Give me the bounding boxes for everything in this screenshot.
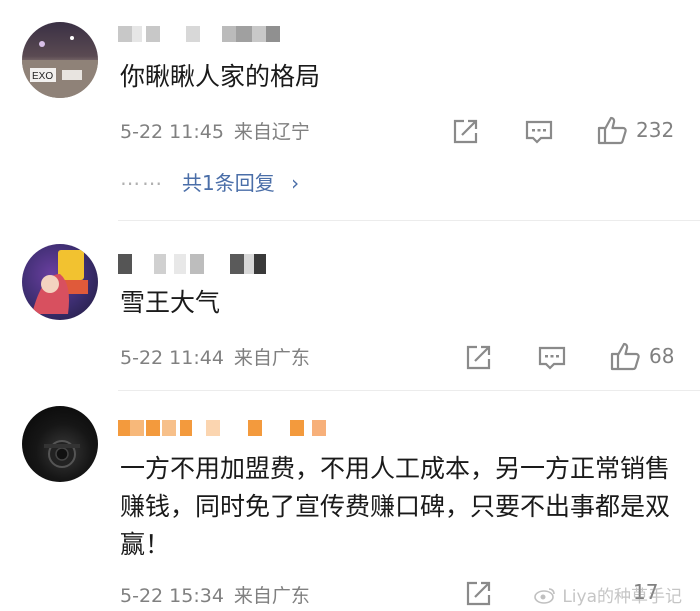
- username-redacted[interactable]: [118, 254, 266, 274]
- comment-date: 5-22 11:45: [120, 121, 224, 143]
- like-button[interactable]: 232: [596, 114, 674, 146]
- view-replies-link[interactable]: ⋯⋯ 共1条回复 ›: [120, 168, 299, 198]
- chevron-right-icon: ›: [291, 171, 300, 195]
- like-count: 232: [636, 118, 675, 142]
- share-button[interactable]: [451, 116, 479, 148]
- camera-photo-image: [44, 440, 80, 468]
- comment-icon: [538, 346, 566, 370]
- comment-location: 来自辽宁: [233, 121, 310, 143]
- share-icon: [453, 119, 478, 144]
- comment-meta: 5-22 15:34 来自广东: [120, 582, 310, 610]
- comment-date: 5-22 15:34: [120, 585, 224, 607]
- comment-meta: 5-22 11:44 来自广东: [120, 344, 310, 372]
- comment-date: 5-22 11:44: [120, 347, 224, 369]
- share-button[interactable]: [464, 578, 492, 610]
- username-redacted[interactable]: [118, 420, 326, 438]
- avatar-text: EXO: [32, 71, 53, 82]
- watermark: Liya的种草手记: [534, 582, 682, 607]
- avatar[interactable]: EXO: [22, 22, 98, 98]
- avatar[interactable]: [22, 406, 98, 482]
- like-icon: [597, 116, 627, 145]
- share-icon: [466, 345, 491, 370]
- like-button[interactable]: 68: [609, 340, 674, 372]
- comment-text: 雪王大气: [120, 288, 221, 317]
- comment-icon: [525, 120, 553, 144]
- comment-2: 雪王大气 5-22 11:44 来自广东 68: [0, 220, 700, 390]
- comment-meta: 5-22 11:45 来自辽宁: [120, 118, 310, 146]
- dots: ⋯⋯: [120, 171, 164, 195]
- like-count: 68: [649, 344, 675, 368]
- weibo-logo-icon: [534, 587, 556, 604]
- comment-location: 来自广东: [233, 585, 310, 607]
- comment-location: 来自广东: [233, 347, 310, 369]
- comment-button[interactable]: [537, 342, 567, 374]
- anime-character-image: [32, 250, 88, 314]
- avatar[interactable]: [22, 244, 98, 320]
- username-redacted[interactable]: [118, 26, 280, 44]
- like-icon: [610, 342, 640, 371]
- crowd-image: EXO: [22, 36, 98, 98]
- watermark-text: Liya的种草手记: [562, 587, 682, 607]
- share-button[interactable]: [464, 342, 492, 374]
- replies-count: 共1条回复: [182, 171, 275, 195]
- comment-text: 一方不用加盟费，不用人工成本，另一方正常销售赚钱，同时免了宣传费赚口碑，只要不出…: [120, 454, 671, 559]
- comment-button[interactable]: [524, 116, 554, 148]
- comment-text: 你瞅瞅人家的格局: [120, 62, 321, 91]
- share-icon: [466, 581, 491, 606]
- comment-1: EXO 你瞅瞅人家的格局 5-22 11:45 来自辽宁 232 ⋯⋯ 共1条回复 …: [0, 0, 700, 220]
- comment-3: 一方不用加盟费，不用人工成本，另一方正常销售赚钱，同时免了宣传费赚口碑，只要不出…: [0, 390, 700, 611]
